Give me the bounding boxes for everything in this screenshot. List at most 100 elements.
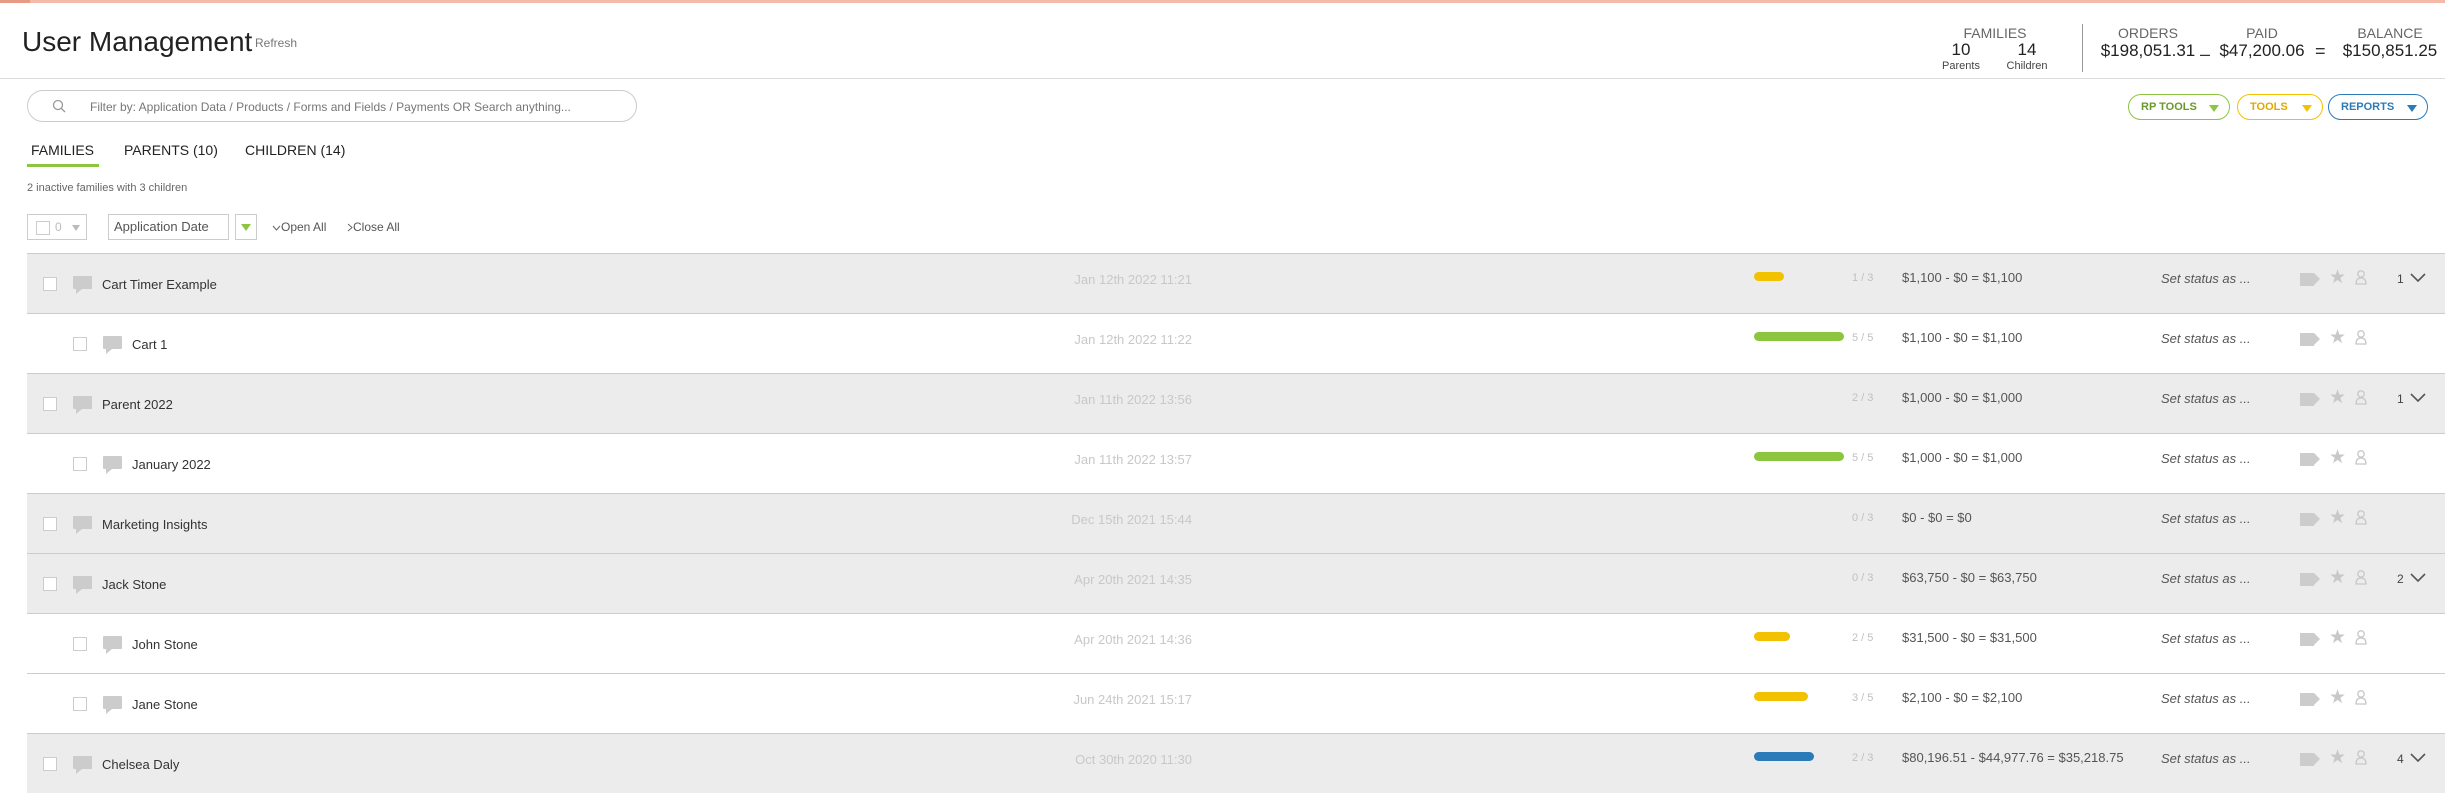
open-all-button[interactable]: Open All xyxy=(272,220,326,234)
comment-icon[interactable] xyxy=(73,756,92,774)
row-checkbox[interactable] xyxy=(43,577,57,591)
tag-icon[interactable] xyxy=(2300,633,2320,646)
user-icon[interactable] xyxy=(2355,329,2367,350)
chevron-down-icon[interactable] xyxy=(2410,750,2426,768)
rp-tools-label: RP TOOLS xyxy=(2141,101,2197,113)
set-status-select[interactable]: Set status as ... xyxy=(2161,691,2251,706)
comment-icon[interactable] xyxy=(103,456,122,474)
user-icon[interactable] xyxy=(2355,749,2367,770)
chevron-down-icon[interactable] xyxy=(2410,270,2426,288)
row-name[interactable]: Cart Timer Example xyxy=(102,277,217,292)
row-checkbox[interactable] xyxy=(73,637,87,651)
sort-direction-button[interactable] xyxy=(235,214,257,240)
set-status-select[interactable]: Set status as ... xyxy=(2161,571,2251,586)
rp-tools-button[interactable]: RP TOOLS xyxy=(2128,94,2230,120)
row-name[interactable]: January 2022 xyxy=(132,457,211,472)
reports-button[interactable]: REPORTS xyxy=(2328,94,2428,120)
star-icon[interactable]: ★ xyxy=(2329,386,2346,409)
paid-label: PAID xyxy=(2246,25,2278,41)
star-icon[interactable]: ★ xyxy=(2329,746,2346,769)
comment-icon[interactable] xyxy=(73,276,92,294)
top-accent-line xyxy=(0,0,2445,3)
row-name[interactable]: Jane Stone xyxy=(132,697,198,712)
row-checkbox[interactable] xyxy=(43,397,57,411)
child-row[interactable]: Cart 1 Jan 12th 2022 11:22 5 / 5 $1,100 - $… xyxy=(27,313,2445,373)
row-name[interactable]: Chelsea Daly xyxy=(102,757,179,772)
child-row[interactable]: John Stone Apr 20th 2021 14:36 2 / 5 $31,50… xyxy=(27,613,2445,673)
user-icon[interactable] xyxy=(2355,569,2367,590)
tab-children[interactable]: CHILDREN (14) xyxy=(245,142,345,158)
star-icon[interactable]: ★ xyxy=(2329,446,2346,469)
set-status-select[interactable]: Set status as ... xyxy=(2161,511,2251,526)
chevron-down-icon[interactable] xyxy=(2410,570,2426,588)
tools-button[interactable]: TOOLS xyxy=(2237,94,2323,120)
row-name[interactable]: Marketing Insights xyxy=(102,517,208,532)
comment-icon[interactable] xyxy=(103,336,122,354)
sort-field-select[interactable]: Application Date xyxy=(108,214,229,240)
set-status-select[interactable]: Set status as ... xyxy=(2161,331,2251,346)
reports-dropdown-icon xyxy=(2407,105,2417,112)
user-icon[interactable] xyxy=(2355,449,2367,470)
search-input[interactable] xyxy=(88,96,612,118)
close-all-button[interactable]: Close All xyxy=(347,220,400,234)
user-icon[interactable] xyxy=(2355,269,2367,290)
set-status-select[interactable]: Set status as ... xyxy=(2161,451,2251,466)
row-name[interactable]: Jack Stone xyxy=(102,577,166,592)
refresh-link[interactable]: Refresh xyxy=(255,36,297,50)
tab-families[interactable]: FAMILIES xyxy=(31,142,94,158)
user-icon[interactable] xyxy=(2355,629,2367,650)
selected-count: 0 xyxy=(55,220,62,234)
tag-icon[interactable] xyxy=(2300,573,2320,586)
set-status-select[interactable]: Set status as ... xyxy=(2161,271,2251,286)
tag-icon[interactable] xyxy=(2300,453,2320,466)
tag-icon[interactable] xyxy=(2300,273,2320,286)
star-icon[interactable]: ★ xyxy=(2329,506,2346,529)
row-name[interactable]: Cart 1 xyxy=(132,337,167,352)
star-icon[interactable]: ★ xyxy=(2329,326,2346,349)
comment-icon[interactable] xyxy=(73,576,92,594)
tag-icon[interactable] xyxy=(2300,393,2320,406)
row-checkbox[interactable] xyxy=(43,277,57,291)
tag-icon[interactable] xyxy=(2300,753,2320,766)
family-row[interactable]: Chelsea Daly Oct 30th 2020 11:30 2 / 3 $80,… xyxy=(27,733,2445,793)
child-row[interactable]: Jane Stone Jun 24th 2021 15:17 3 / 5 $2,100… xyxy=(27,673,2445,733)
row-checkbox[interactable] xyxy=(43,517,57,531)
row-checkbox[interactable] xyxy=(73,697,87,711)
comment-icon[interactable] xyxy=(73,516,92,534)
comment-icon[interactable] xyxy=(103,696,122,714)
bulk-select-dropdown[interactable]: 0 xyxy=(27,214,87,240)
comment-icon[interactable] xyxy=(73,396,92,414)
star-icon[interactable]: ★ xyxy=(2329,686,2346,709)
row-checkbox[interactable] xyxy=(73,457,87,471)
progress-bar xyxy=(1754,752,1814,761)
family-row[interactable]: Parent 2022 Jan 11th 2022 13:56 2 / 3 $1,00… xyxy=(27,373,2445,433)
row-checkbox[interactable] xyxy=(73,337,87,351)
row-checkbox[interactable] xyxy=(43,757,57,771)
family-row[interactable]: Jack Stone Apr 20th 2021 14:35 0 / 3 $63,75… xyxy=(27,553,2445,613)
family-row[interactable]: Marketing Insights Dec 15th 2021 15:44 0 /… xyxy=(27,493,2445,553)
set-status-select[interactable]: Set status as ... xyxy=(2161,751,2251,766)
tag-icon[interactable] xyxy=(2300,333,2320,346)
minus-sign: – xyxy=(2200,44,2211,64)
user-icon[interactable] xyxy=(2355,689,2367,710)
comment-icon[interactable] xyxy=(103,636,122,654)
star-icon[interactable]: ★ xyxy=(2329,626,2346,649)
set-status-select[interactable]: Set status as ... xyxy=(2161,391,2251,406)
children-label: Children xyxy=(2006,60,2048,72)
family-row[interactable]: Cart Timer Example Jan 12th 2022 11:21 1 /… xyxy=(27,253,2445,313)
header-divider xyxy=(0,78,2445,79)
user-icon[interactable] xyxy=(2355,509,2367,530)
star-icon[interactable]: ★ xyxy=(2329,566,2346,589)
search-bar[interactable] xyxy=(27,90,637,122)
row-name[interactable]: John Stone xyxy=(132,637,198,652)
user-icon[interactable] xyxy=(2355,389,2367,410)
select-all-checkbox[interactable] xyxy=(36,221,50,235)
tab-parents[interactable]: PARENTS (10) xyxy=(124,142,218,158)
chevron-down-icon[interactable] xyxy=(2410,390,2426,408)
star-icon[interactable]: ★ xyxy=(2329,266,2346,289)
tag-icon[interactable] xyxy=(2300,693,2320,706)
set-status-select[interactable]: Set status as ... xyxy=(2161,631,2251,646)
tag-icon[interactable] xyxy=(2300,513,2320,526)
row-name[interactable]: Parent 2022 xyxy=(102,397,173,412)
child-row[interactable]: January 2022 Jan 11th 2022 13:57 5 / 5 $1,0… xyxy=(27,433,2445,493)
